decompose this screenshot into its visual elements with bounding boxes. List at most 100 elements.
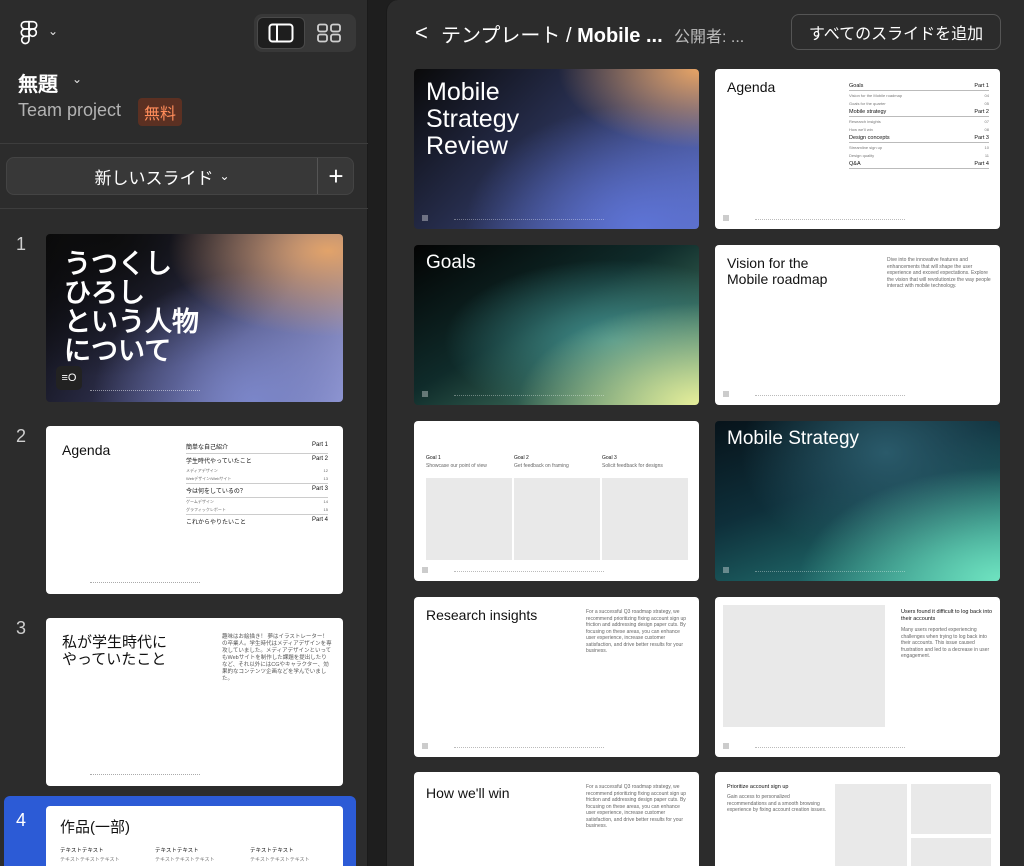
slide-footer: [90, 582, 200, 584]
template-slide-strategy[interactable]: Mobile Strategy: [715, 421, 1000, 581]
file-title[interactable]: 無題: [18, 68, 58, 97]
new-slide-button[interactable]: 新しいスライド ⌄: [7, 158, 317, 194]
back-chevron-icon[interactable]: <: [415, 20, 428, 46]
new-slide-label: 新しいスライド: [94, 168, 214, 188]
template-title: Agenda: [727, 79, 776, 95]
grid-view-icon: [317, 23, 341, 43]
slide-footer: [755, 747, 905, 748]
template-heading: Prioritize account sign up: [727, 784, 789, 790]
template-slide-how-we-win[interactable]: How we'll win For a successful Q3 roadma…: [414, 772, 699, 866]
agenda-item: Q&A Part 4: [849, 159, 989, 169]
team-label[interactable]: Team project: [18, 100, 121, 121]
slide-list-item[interactable]: 2 Agenda 簡単な自己紹介 Part 1 学生時代やっていたこと Part 2…: [0, 418, 368, 604]
sidebar-view-icon: [268, 23, 294, 43]
slide-number: 1: [16, 234, 27, 254]
agenda-subitem: メディアデザイン 12: [186, 468, 328, 473]
template-title: Mobile Strategy: [727, 428, 860, 449]
slide-thumbnail[interactable]: 作品(一部) テキストテキスト テキストテキストテキスト テキストテキスト テキスト…: [46, 806, 343, 866]
breadcrumb-current: Mobile ...: [577, 25, 663, 47]
view-toggle: [254, 14, 356, 52]
template-panel: < テンプレート / Mobile ... 公開者: ... すべてのスライドを…: [386, 0, 1024, 866]
agenda-subitem: Goals for the quarter 05: [849, 100, 989, 106]
template-title: Vision for the Mobile roadmap: [727, 255, 828, 287]
chevron-down-icon[interactable]: ⌄: [48, 24, 58, 38]
plus-icon: +: [328, 160, 344, 191]
template-body: For a successful Q3 roadmap strategy, we…: [586, 784, 687, 829]
slide-footer-mark: [723, 391, 729, 397]
template-title: How we'll win: [426, 785, 510, 801]
slide-column: テキストテキスト テキストテキストテキスト: [250, 848, 310, 863]
template-title: Mobile Strategy Review: [426, 78, 520, 160]
slide-footer: [454, 395, 604, 396]
agenda-subitem: Design quality 11: [849, 152, 989, 158]
template-heading: Users found it difficult to log back int…: [901, 609, 993, 622]
agenda-list: 簡単な自己紹介 Part 1 学生時代やっていたこと Part 2 メディアデザイン…: [186, 440, 328, 528]
slide-footer: [755, 219, 905, 220]
agenda-subitem: Streamline sign up 10: [849, 144, 989, 150]
agenda-item: これからやりたいこと Part 4: [186, 514, 328, 528]
chevron-down-icon[interactable]: ⌄: [72, 72, 82, 86]
slide-thumbnail[interactable]: Agenda 簡単な自己紹介 Part 1 学生時代やっていたこと Part 2 メ…: [46, 426, 343, 594]
slide-footer-mark: [422, 567, 428, 573]
template-slide-login-issue[interactable]: Users found it difficult to log back int…: [715, 597, 1000, 757]
slide-footer: [90, 390, 200, 392]
template-slide-research[interactable]: Research insights For a successful Q3 ro…: [414, 597, 699, 757]
agenda-subitem: Webデザイン/Webサイト 13: [186, 476, 328, 481]
slide-columns: テキストテキスト テキストテキストテキスト テキストテキスト テキストテキストテキス…: [60, 846, 330, 863]
slide-list-item[interactable]: 3 私が学生時代に やっていたこと 趣味はお絵描き！ 夢はイラストレーター！ の…: [0, 610, 368, 796]
agenda-item: 簡単な自己紹介 Part 1: [186, 442, 328, 451]
slide-footer: [454, 219, 604, 220]
slide-thumbnail[interactable]: うつくし ひろし という人物 について ≡O: [46, 234, 343, 402]
app-window: ⌄ 無題 ⌄ Team project 無料 新しいスライド ⌄ + 1 うつく…: [0, 0, 1024, 866]
add-slide-button[interactable]: +: [318, 158, 354, 194]
image-placeholder: [835, 784, 907, 866]
template-slide-goals[interactable]: Goals: [414, 245, 699, 405]
template-slide-goal-columns[interactable]: Goal 1 Showcase our point of view Goal 2G…: [414, 421, 699, 581]
template-body: For a successful Q3 roadmap strategy, we…: [586, 609, 687, 654]
publisher-label: 公開者: ...: [674, 29, 745, 46]
template-slide-signup[interactable]: Prioritize account sign up Gain access t…: [715, 772, 1000, 866]
goal-column: Goal 2 Get feedback on framing: [514, 455, 569, 469]
template-title: Research insights: [426, 607, 538, 623]
agenda-subitem: Research insights 07: [849, 118, 989, 124]
template-slide-agenda[interactable]: Agenda Goals Part 1 Vision for the Mobile…: [715, 69, 1000, 229]
breadcrumb-parent[interactable]: テンプレート /: [441, 25, 572, 47]
slide-footer: [90, 774, 200, 776]
image-placeholder: [911, 838, 991, 866]
agenda-subitem: How we'll win 08: [849, 126, 989, 132]
slide-footer: [454, 747, 604, 748]
image-placeholder: [426, 478, 512, 560]
add-all-slides-button[interactable]: すべてのスライドを追加: [791, 14, 1001, 50]
goal-column: Goal 3 Solicit feedback for designs: [602, 455, 663, 469]
slide-footer: [454, 571, 604, 572]
template-slide-cover[interactable]: Mobile Strategy Review: [414, 69, 699, 229]
template-title: Goals: [426, 252, 476, 273]
agenda-list: Goals Part 1 Vision for the Mobile roadma…: [849, 81, 989, 169]
agenda-subitem: Vision for the Mobile roadmap 04: [849, 92, 989, 98]
slide-list-item-selected[interactable]: 4 作品(一部) テキストテキスト テキストテキストテキスト テキストテキスト テキ…: [4, 796, 356, 866]
logo-badge-icon: ≡O: [56, 366, 82, 390]
slide-footer-mark: [723, 743, 729, 749]
slide-list-item[interactable]: 1 うつくし ひろし という人物 について ≡O: [0, 226, 368, 412]
image-placeholder: [911, 784, 991, 834]
slide-footer-mark: [723, 215, 729, 221]
figma-logo-icon[interactable]: [18, 20, 40, 46]
breadcrumb: テンプレート / Mobile ...: [441, 19, 663, 48]
divider: [0, 143, 368, 144]
template-body: Dive into the innovative features and en…: [887, 257, 991, 289]
image-placeholder: [602, 478, 688, 560]
divider: [0, 208, 368, 209]
slide-thumbnail[interactable]: 私が学生時代に やっていたこと 趣味はお絵描き！ 夢はイラストレーター！ の卒業…: [46, 618, 343, 786]
slide-footer-mark: [422, 215, 428, 221]
slide-body: 趣味はお絵描き！ 夢はイラストレーター！ の卒業人。学生時代はメディアデザインを…: [222, 634, 332, 682]
template-slide-vision[interactable]: Vision for the Mobile roadmap Dive into …: [715, 245, 1000, 405]
slide-column: テキストテキスト テキストテキストテキスト: [60, 848, 120, 863]
image-placeholder: [723, 605, 885, 727]
chevron-down-icon: ⌄: [219, 169, 230, 183]
agenda-item: 学生時代やっていたこと Part 2: [186, 453, 328, 467]
sidebar-view-button[interactable]: [257, 17, 305, 49]
grid-view-button[interactable]: [305, 17, 353, 49]
agenda-subitem: グラフィックレポート 15: [186, 507, 328, 512]
slide-number: 2: [16, 426, 27, 446]
slide-title: 作品(一部): [60, 819, 130, 836]
